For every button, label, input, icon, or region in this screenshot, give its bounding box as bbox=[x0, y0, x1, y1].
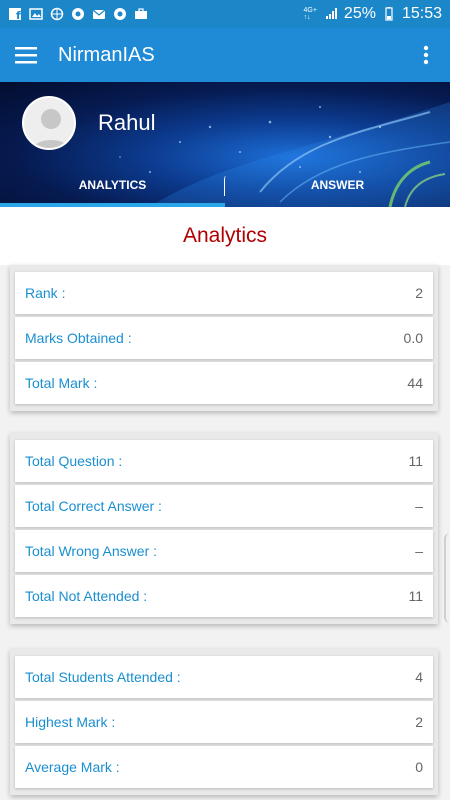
clock: 15:53 bbox=[401, 5, 442, 22]
notification-icons: f bbox=[8, 7, 148, 21]
network-indicator: 4G+ ↑↓ bbox=[303, 7, 316, 21]
stat-value: 0.0 bbox=[403, 330, 423, 346]
battery-icon bbox=[382, 7, 396, 21]
mail-icon bbox=[92, 7, 106, 21]
stat-row-marks-obtained: Marks Obtained : 0.0 bbox=[15, 317, 433, 359]
tab-answer[interactable]: ANSWER bbox=[225, 163, 450, 207]
stat-value: 11 bbox=[408, 453, 423, 469]
status-right: 4G+ ↑↓ 25% 15:53 bbox=[303, 5, 442, 23]
stat-row-wrong-answer: Total Wrong Answer : – bbox=[15, 530, 433, 572]
tab-analytics[interactable]: ANALYTICS bbox=[0, 163, 225, 207]
stat-label: Total Students Attended : bbox=[25, 669, 181, 685]
battery-percent: 25% bbox=[343, 5, 376, 22]
score-card: Rank : 2 Marks Obtained : 0.0 Total Mark… bbox=[10, 265, 438, 411]
stat-value: 4 bbox=[415, 669, 423, 685]
profile-name: Rahul bbox=[98, 110, 156, 135]
stat-label: Highest Mark : bbox=[25, 714, 116, 730]
section-title: Analytics bbox=[0, 207, 450, 265]
overflow-menu-button[interactable] bbox=[402, 28, 450, 82]
stat-value: 11 bbox=[408, 588, 423, 604]
stat-label: Rank : bbox=[25, 285, 66, 301]
stat-row-average-mark: Average Mark : 0 bbox=[15, 746, 433, 788]
stat-label: Total Wrong Answer : bbox=[25, 543, 158, 559]
analytics-content[interactable]: Analytics Rank : 2 Marks Obtained : 0.0 … bbox=[0, 207, 450, 800]
stat-label: Marks Obtained : bbox=[25, 330, 132, 346]
stat-value: 44 bbox=[407, 375, 423, 391]
tab-label: ANALYTICS bbox=[78, 178, 147, 192]
browser-icon bbox=[50, 7, 64, 21]
avatar[interactable] bbox=[22, 96, 76, 150]
stat-value: – bbox=[415, 543, 423, 559]
chrome-icon bbox=[113, 7, 127, 21]
network-activity: ↑↓ bbox=[303, 14, 311, 21]
students-card: Total Students Attended : 4 Highest Mark… bbox=[10, 649, 438, 795]
stat-row-total-question: Total Question : 11 bbox=[15, 440, 433, 482]
chrome-icon bbox=[71, 7, 85, 21]
stat-value: 0 bbox=[415, 759, 423, 775]
tab-divider bbox=[224, 178, 225, 196]
stat-row-correct-answer: Total Correct Answer : – bbox=[15, 485, 433, 527]
stat-row-not-attended: Total Not Attended : 11 bbox=[15, 575, 433, 617]
app-bar: NirmanIAS bbox=[0, 28, 450, 82]
network-type: 4G+ bbox=[303, 7, 317, 14]
facebook-icon: f bbox=[8, 7, 22, 21]
stat-row-rank: Rank : 2 bbox=[15, 272, 433, 314]
more-vert-icon bbox=[423, 45, 429, 65]
edge-scroll-handle[interactable] bbox=[444, 533, 450, 623]
stat-label: Total Mark : bbox=[25, 375, 98, 391]
status-bar: f 4G+ ↑↓ 25% 15:53 bbox=[0, 0, 450, 28]
stat-value: 2 bbox=[415, 285, 423, 301]
app-title: NirmanIAS bbox=[58, 43, 155, 66]
stat-value: – bbox=[415, 498, 423, 514]
profile-header: Rahul ANALYTICS ANSWER bbox=[0, 82, 450, 207]
tab-bar: ANALYTICS ANSWER bbox=[0, 163, 450, 207]
gallery-icon bbox=[29, 7, 43, 21]
hamburger-icon bbox=[15, 47, 37, 64]
stat-value: 2 bbox=[415, 714, 423, 730]
stat-label: Total Question : bbox=[25, 453, 123, 469]
stat-row-highest-mark: Highest Mark : 2 bbox=[15, 701, 433, 743]
stat-label: Total Not Attended : bbox=[25, 588, 148, 604]
stat-row-students-attended: Total Students Attended : 4 bbox=[15, 656, 433, 698]
stat-row-total-mark: Total Mark : 44 bbox=[15, 362, 433, 404]
tab-label: ANSWER bbox=[310, 178, 365, 192]
questions-card: Total Question : 11 Total Correct Answer… bbox=[10, 433, 438, 624]
menu-button[interactable] bbox=[0, 28, 52, 82]
stat-label: Average Mark : bbox=[25, 759, 120, 775]
svg-text:f: f bbox=[16, 9, 21, 21]
stat-label: Total Correct Answer : bbox=[25, 498, 162, 514]
signal-icon bbox=[324, 7, 338, 21]
briefcase-icon bbox=[134, 7, 148, 21]
